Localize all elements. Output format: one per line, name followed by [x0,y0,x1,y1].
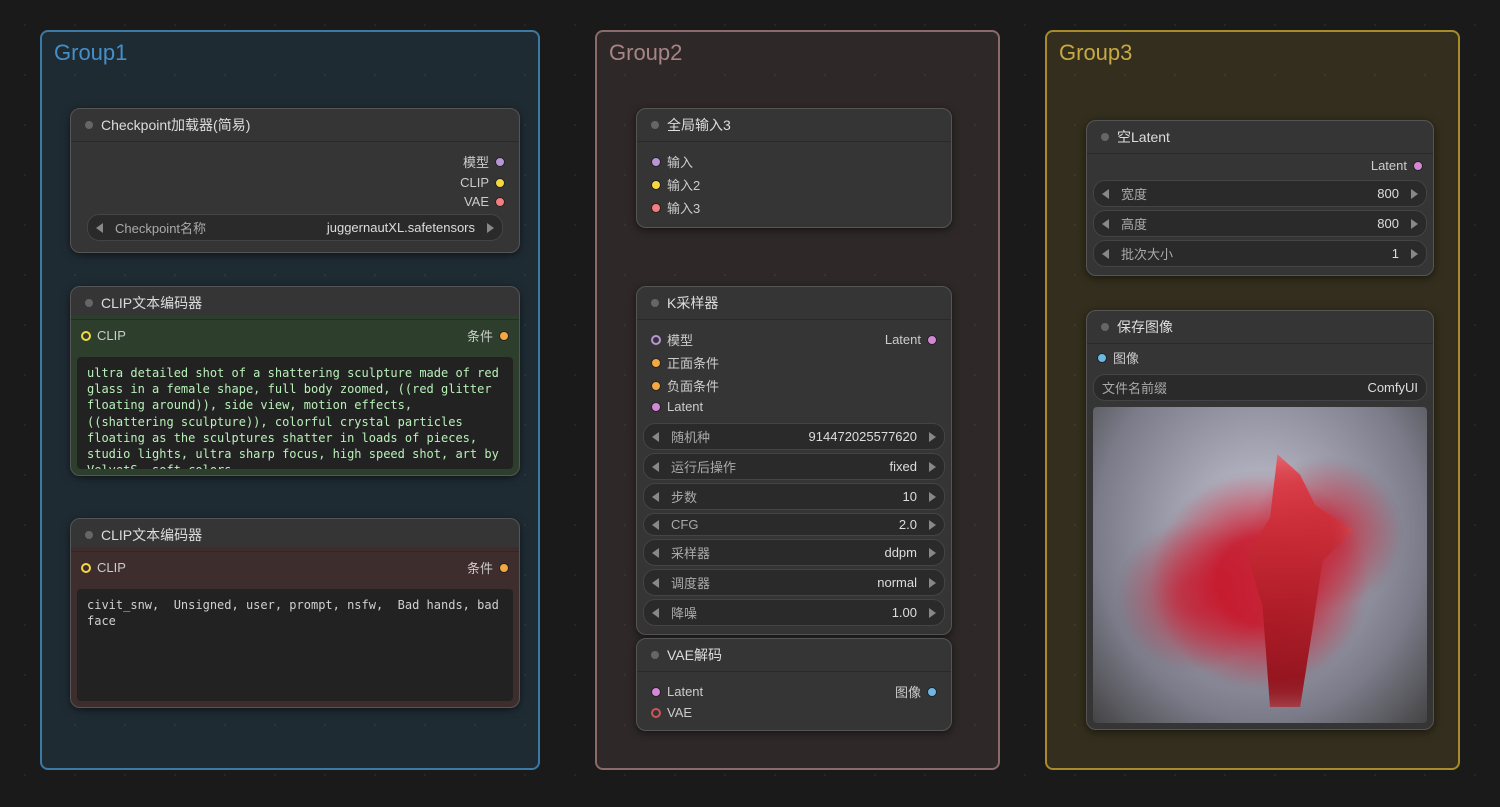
node-graph-canvas[interactable]: Group1 Group2 Group3 Checkpoint加载器(简易) 模… [0,0,1500,807]
clip-text-encode-negative-node[interactable]: CLIP文本编码器 CLIP 条件 civit_snw, Unsigned, u… [70,518,520,708]
port-latent-in-decode[interactable] [651,687,661,697]
negative-prompt-textarea[interactable]: civit_snw, Unsigned, user, prompt, nsfw,… [77,589,513,701]
port-input2[interactable] [651,180,661,190]
checkpoint-out-model: 模型 [463,152,489,171]
output-image-preview[interactable] [1093,407,1427,723]
port-input1[interactable] [651,157,661,167]
port-latent-out-empty[interactable] [1413,161,1423,171]
filename-prefix-widget[interactable]: 文件名前缀ComfyUI [1093,374,1427,401]
scheduler-widget[interactable]: 调度器normal [643,569,945,596]
checkpoint-out-vae: VAE [464,194,489,209]
port-clip-out[interactable] [495,178,505,188]
denoise-widget[interactable]: 降噪1.00 [643,599,945,626]
port-image-out[interactable] [927,687,937,697]
clip-pos-title: CLIP文本编码器 [101,293,202,313]
save-title: 保存图像 [1117,317,1173,337]
global-input3-node[interactable]: 全局输入3 输入 输入2 输入3 [636,108,952,228]
batch-widget[interactable]: 批次大小1 [1093,240,1427,267]
port-cond-out-pos[interactable] [499,331,509,341]
port-vae-in-decode[interactable] [651,708,661,718]
global-in-title: 全局输入3 [667,115,731,135]
group-2-title: Group2 [609,40,986,66]
port-model-in[interactable] [651,335,661,345]
checkpoint-loader-node[interactable]: Checkpoint加载器(简易) 模型 CLIP VAE Checkpoint… [70,108,520,253]
empty-latent-title: 空Latent [1117,127,1170,147]
port-clip-in-pos[interactable] [81,331,91,341]
checkpoint-title: Checkpoint加载器(简易) [101,115,250,135]
ksampler-title: K采样器 [667,293,718,313]
port-pos-cond-in[interactable] [651,358,661,368]
group-1-title: Group1 [54,40,526,66]
after-gen-widget[interactable]: 运行后操作fixed [643,453,945,480]
arrow-right-icon[interactable] [487,223,494,233]
width-widget[interactable]: 宽度800 [1093,180,1427,207]
checkpoint-name-widget[interactable]: Checkpoint名称juggernautXL.safetensors [87,214,503,241]
checkpoint-out-clip: CLIP [460,175,489,190]
height-widget[interactable]: 高度800 [1093,210,1427,237]
vae-decode-node[interactable]: VAE解码 Latent图像 VAE [636,638,952,731]
clip-text-encode-positive-node[interactable]: CLIP文本编码器 CLIP 条件 ultra detailed shot of… [70,286,520,476]
port-clip-in-neg[interactable] [81,563,91,573]
save-image-node[interactable]: 保存图像 图像 文件名前缀ComfyUI [1086,310,1434,730]
group-3-title: Group3 [1059,40,1446,66]
steps-widget[interactable]: 步数10 [643,483,945,510]
port-latent-in[interactable] [651,402,661,412]
port-latent-out[interactable] [927,335,937,345]
port-cond-out-neg[interactable] [499,563,509,573]
positive-prompt-textarea[interactable]: ultra detailed shot of a shattering scul… [77,357,513,469]
port-input3[interactable] [651,203,661,213]
empty-latent-node[interactable]: 空Latent Latent 宽度800 高度800 批次大小1 [1086,120,1434,276]
vae-decode-title: VAE解码 [667,645,722,665]
arrow-left-icon[interactable] [96,223,103,233]
port-neg-cond-in[interactable] [651,381,661,391]
port-model-out[interactable] [495,157,505,167]
seed-widget[interactable]: 随机种914472025577620 [643,423,945,450]
port-image-in-save[interactable] [1097,353,1107,363]
cfg-widget[interactable]: CFG2.0 [643,513,945,536]
ksampler-node[interactable]: K采样器 模型Latent 正面条件 负面条件 Latent 随机种914472… [636,286,952,635]
sampler-widget[interactable]: 采样器ddpm [643,539,945,566]
clip-neg-title: CLIP文本编码器 [101,525,202,545]
port-vae-out[interactable] [495,197,505,207]
